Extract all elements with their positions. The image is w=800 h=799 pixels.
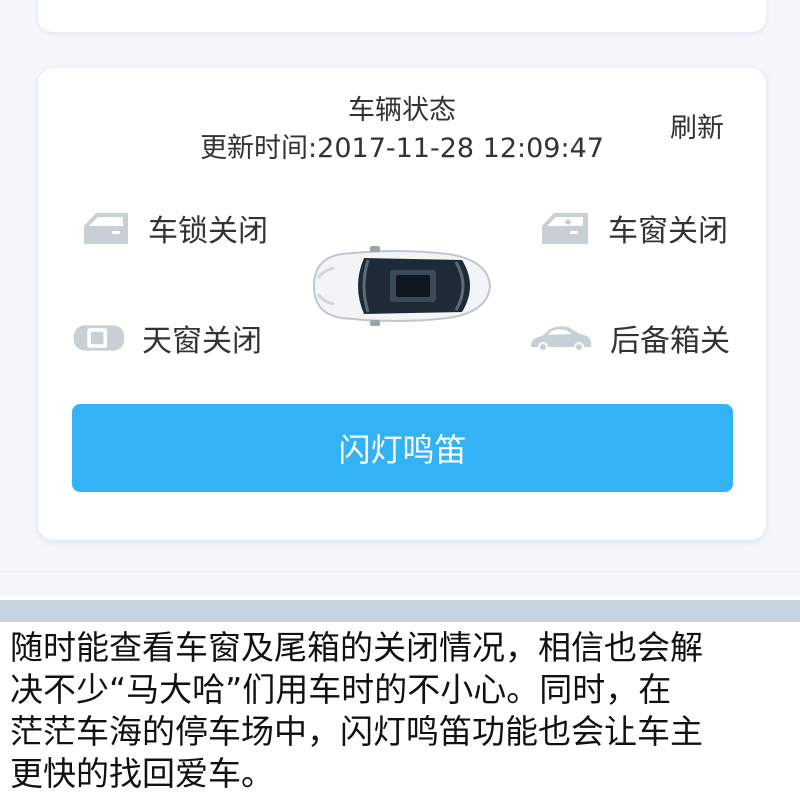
status-label: 车窗关闭 bbox=[608, 214, 728, 249]
car-door-icon bbox=[84, 213, 128, 244]
car-window-icon bbox=[542, 213, 588, 244]
status-trunk: 后备箱关 bbox=[528, 316, 730, 360]
update-time: 更新时间:2017-11-28 12:09:47 bbox=[38, 126, 766, 165]
caption-line: 更快的找回爱车。 bbox=[10, 754, 274, 793]
caption-line: 随时能查看车窗及尾箱的关闭情况，相信也会解 bbox=[10, 628, 703, 667]
sunroof-icon bbox=[73, 325, 125, 351]
app-screen: 车辆状态 更新时间:2017-11-28 12:09:47 刷新 车锁关闭 天窗… bbox=[0, 0, 800, 596]
update-time-value: 2017-11-28 12:09:47 bbox=[317, 133, 604, 164]
vehicle-status-card: 车辆状态 更新时间:2017-11-28 12:09:47 刷新 车锁关闭 天窗… bbox=[38, 68, 766, 540]
card-title: 车辆状态 bbox=[348, 95, 456, 126]
update-time-label: 更新时间: bbox=[200, 133, 318, 164]
status-label: 车锁关闭 bbox=[148, 214, 268, 249]
status-label: 后备箱关 bbox=[610, 324, 730, 359]
status-label: 天窗关闭 bbox=[142, 324, 262, 359]
previous-card bbox=[38, 0, 766, 32]
flash-horn-button[interactable]: 闪灯鸣笛 bbox=[72, 404, 733, 492]
status-window: 车窗关闭 bbox=[538, 206, 728, 250]
status-door-lock: 车锁关闭 bbox=[78, 206, 268, 250]
refresh-button[interactable]: 刷新 bbox=[670, 106, 724, 145]
separator-band bbox=[0, 600, 800, 622]
status-sunroof: 天窗关闭 bbox=[72, 316, 262, 360]
caption-line: 茫茫车海的停车场中，闪灯鸣笛功能也会让车主 bbox=[10, 712, 703, 751]
divider bbox=[0, 571, 800, 572]
caption-text: 随时能查看车窗及尾箱的关闭情况，相信也会解 决不少“马大哈”们用车时的不小心。同… bbox=[10, 627, 796, 795]
car-top-view-image bbox=[312, 246, 492, 326]
caption-line: 决不少“马大哈”们用车时的不小心。同时，在 bbox=[10, 670, 672, 709]
car-trunk-icon bbox=[531, 326, 591, 352]
